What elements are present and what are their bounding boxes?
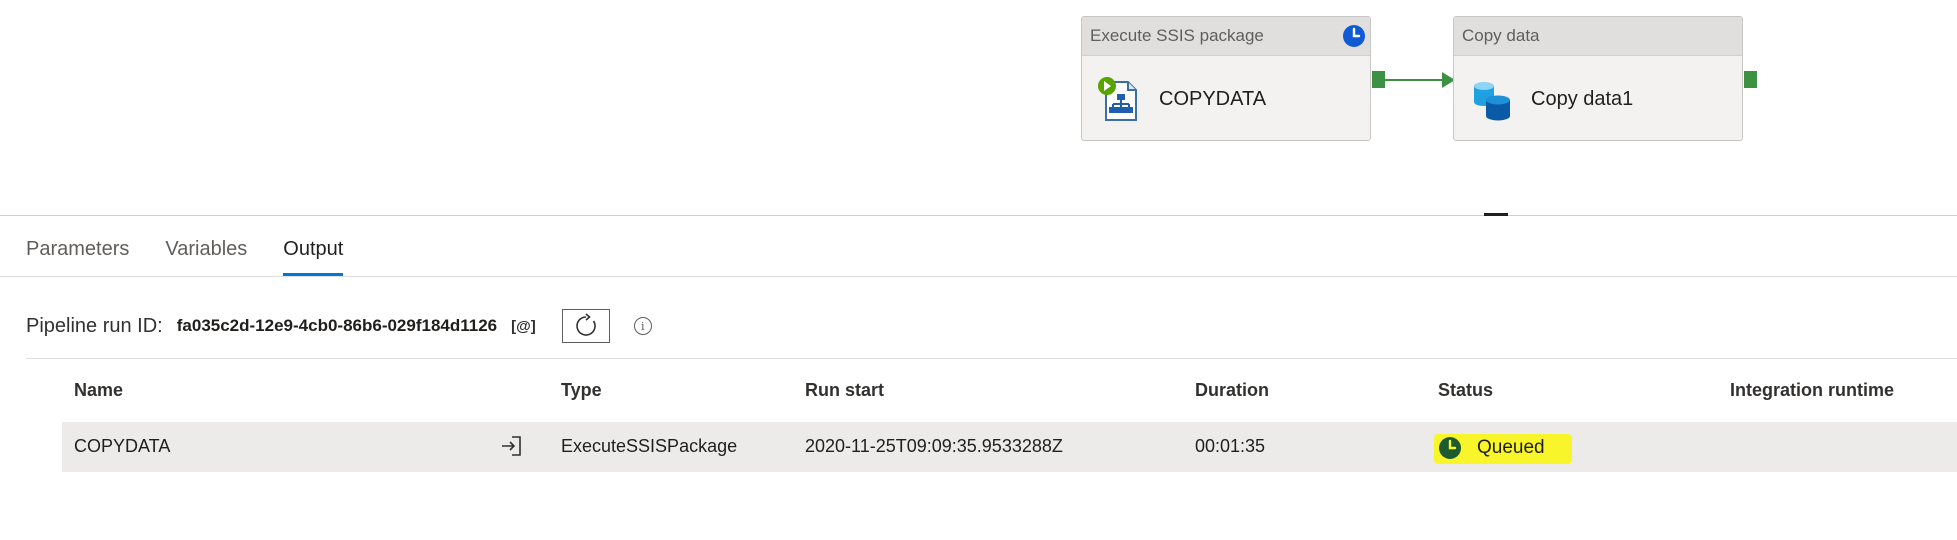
column-header-status[interactable]: Status: [1438, 380, 1493, 401]
clock-icon: [1343, 25, 1365, 47]
cell-name: COPYDATA: [74, 436, 171, 456]
cell-type: ExecuteSSISPackage: [561, 436, 738, 456]
tab-output[interactable]: Output: [283, 238, 344, 276]
queued-clock-icon: [1439, 437, 1461, 459]
database-copy-icon: [1474, 82, 1510, 121]
column-header-duration[interactable]: Duration: [1195, 380, 1269, 401]
run-id-value: fa035c2d-12e9-4cb0-86b6-029f184d1126: [176, 316, 498, 335]
column-header-name[interactable]: Name: [74, 380, 123, 401]
ssis-package-icon: [1098, 77, 1137, 121]
splitter-handle[interactable]: [1484, 213, 1508, 216]
tab-variables[interactable]: Variables: [165, 238, 247, 276]
success-output-port[interactable]: [1744, 71, 1757, 88]
pipeline-run-id-bar: Pipeline run ID: fa035c2d-12e9-4cb0-86b6…: [26, 306, 652, 346]
cell-duration: 00:01:35: [1195, 436, 1266, 456]
table-row[interactable]: COPYDATA ExecuteSSISPackage 2020-11-25T0…: [62, 422, 1957, 472]
activity-runs-header: Name Type Run start Duration Status Inte…: [62, 376, 1957, 406]
run-id-divider: [26, 358, 1957, 359]
column-header-integration-runtime[interactable]: Integration runtime: [1730, 380, 1894, 401]
column-header-run-start[interactable]: Run start: [805, 380, 884, 401]
activity-execute-ssis[interactable]: Execute SSIS package COPYDATA: [1081, 16, 1371, 141]
dependency-connector[interactable]: [1385, 79, 1447, 81]
bottom-pane-tabs: Parameters Variables Output: [26, 238, 379, 276]
activity-name: Copy data1: [1531, 88, 1634, 110]
info-icon[interactable]: i: [633, 317, 652, 335]
go-to-activity-icon[interactable]: [499, 434, 523, 458]
refresh-button[interactable]: [561, 309, 610, 343]
activity-type-label: Execute SSIS package: [1082, 17, 1370, 56]
run-id-label: Pipeline run ID:: [26, 314, 163, 337]
column-header-type[interactable]: Type: [561, 380, 602, 401]
pane-splitter[interactable]: [0, 215, 1957, 216]
activity-name: COPYDATA: [1159, 88, 1267, 110]
cell-run-start: 2020-11-25T09:09:35.9533288Z: [805, 436, 1063, 456]
activity-copy-data[interactable]: Copy data Copy data1: [1453, 16, 1743, 141]
success-output-port[interactable]: [1372, 71, 1385, 88]
tab-parameters[interactable]: Parameters: [26, 238, 129, 276]
copy-icon[interactable]: [@]: [511, 318, 536, 335]
tabs-divider: [0, 276, 1957, 277]
pipeline-canvas[interactable]: Execute SSIS package COPYDATA Copy data …: [0, 0, 1957, 215]
activity-type-label: Copy data: [1454, 17, 1742, 56]
status-badge: Queued: [1477, 437, 1545, 458]
refresh-icon: [575, 313, 596, 336]
